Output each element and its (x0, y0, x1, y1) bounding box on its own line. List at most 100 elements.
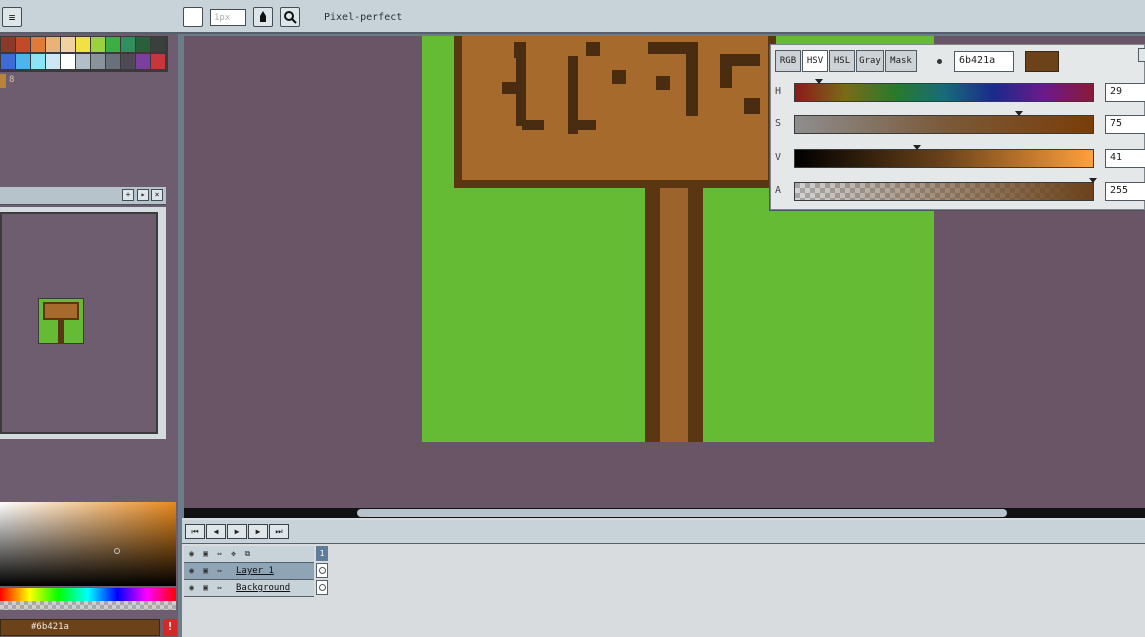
alpha-strip[interactable] (0, 601, 176, 610)
color-palette (0, 36, 168, 72)
hex-input[interactable]: 6b421a (954, 51, 1014, 72)
palette-index-label: 8 (9, 75, 15, 85)
brush-size-input[interactable] (210, 9, 246, 26)
hue-slider[interactable] (794, 79, 1094, 102)
tab-hsv[interactable]: HSV (802, 50, 828, 72)
warning-icon: ! (166, 620, 174, 633)
hex-indicator-icon (937, 59, 942, 64)
tab-hsl[interactable]: HSL (829, 50, 855, 72)
cel-layer-1[interactable] (316, 563, 328, 578)
prev-frame-button[interactable]: ◀ (206, 524, 226, 539)
value-slider[interactable] (794, 145, 1094, 168)
value-slider-marker[interactable] (913, 145, 922, 150)
palette-swatch[interactable] (136, 54, 150, 69)
ink-button[interactable] (253, 7, 273, 27)
last-frame-icon: ⏭ (275, 527, 283, 536)
palette-swatch[interactable] (76, 54, 90, 69)
menu-icon: ≡ (8, 10, 16, 24)
palette-swatch[interactable] (61, 54, 75, 69)
preview-close-button[interactable]: × (151, 189, 163, 201)
hue-strip[interactable] (0, 588, 176, 601)
preview-title-bar: + ▸ × (0, 187, 166, 205)
picker-cursor[interactable] (114, 548, 120, 554)
tab-rgb[interactable]: RGB (775, 50, 801, 72)
last-frame-button[interactable]: ⏭ (269, 524, 289, 539)
lock-icon[interactable]: ▣ (200, 583, 211, 593)
layer-name: Background (236, 583, 291, 593)
color-warning-button[interactable]: ! (163, 619, 177, 636)
palette-swatch[interactable] (61, 37, 75, 52)
palette-swatch[interactable] (1, 37, 15, 52)
brush-shape-button[interactable] (183, 7, 203, 27)
value-value-input[interactable]: 41 (1105, 149, 1145, 168)
hue-slider-marker[interactable] (814, 79, 823, 84)
tab-mask[interactable]: Mask (885, 50, 917, 72)
selected-palette-swatch[interactable] (0, 74, 6, 88)
next-frame-button[interactable]: ▶ (248, 524, 268, 539)
color-dialog: RGB HSV HSL Gray Mask 6b421a H 29 S 75 V… (770, 44, 1145, 210)
plus-icon: + (125, 190, 131, 199)
palette-swatch[interactable] (151, 54, 165, 69)
first-frame-button[interactable]: ⏮ (185, 524, 205, 539)
pen-icon (260, 11, 266, 22)
menu-button[interactable]: ≡ (2, 7, 22, 27)
lock-icon[interactable]: ▣ (200, 549, 211, 559)
palette-swatch[interactable] (46, 37, 60, 52)
preview-window (0, 207, 166, 439)
link-icon[interactable]: ⧉ (242, 549, 253, 559)
foreground-color-field[interactable]: #6b421a (0, 619, 160, 636)
saturation-slider-marker[interactable] (1014, 111, 1023, 116)
palette-swatch[interactable] (151, 37, 165, 52)
preview-canvas[interactable] (0, 212, 158, 434)
sign-board-art (454, 36, 776, 188)
saturation-value-picker[interactable] (0, 502, 176, 586)
zoom-icon (284, 11, 297, 24)
onion-skin-icon[interactable]: ✥ (228, 549, 239, 559)
palette-swatch[interactable] (91, 37, 105, 52)
palette-swatch[interactable] (106, 37, 120, 52)
hue-value-input[interactable]: 29 (1105, 83, 1145, 102)
palette-swatch[interactable] (31, 37, 45, 52)
alpha-slider-marker[interactable] (1089, 178, 1097, 183)
scrollbar-thumb[interactable] (357, 509, 1007, 517)
layer-header-row: ◉ ▣ ⇔ ✥ ⧉ (184, 546, 314, 563)
continuous-icon[interactable]: ⇔ (214, 583, 225, 593)
palette-swatch[interactable] (91, 54, 105, 69)
alpha-slider[interactable] (794, 178, 1097, 201)
play-button[interactable]: ▶ (227, 524, 247, 539)
value-label: V (775, 152, 782, 163)
preview-play-button[interactable]: ▸ (137, 189, 149, 201)
palette-swatch[interactable] (16, 54, 30, 69)
frame-number[interactable]: 1 (316, 546, 328, 561)
cel-background[interactable] (316, 580, 328, 595)
alpha-value-input[interactable]: 255 (1105, 182, 1145, 201)
eye-icon[interactable]: ◉ (186, 549, 197, 559)
palette-swatch[interactable] (121, 54, 135, 69)
palette-swatch[interactable] (31, 54, 45, 69)
lock-icon[interactable]: ▣ (200, 566, 211, 576)
eye-icon[interactable]: ◉ (186, 583, 197, 593)
prev-frame-icon: ◀ (213, 527, 219, 536)
preview-zoom-button[interactable]: + (122, 189, 134, 201)
saturation-slider[interactable] (794, 111, 1094, 134)
zoom-button[interactable] (280, 7, 300, 27)
continuous-icon[interactable]: ⇔ (214, 549, 225, 559)
next-frame-icon: ▶ (255, 527, 261, 536)
layer-row-background[interactable]: ◉ ▣ ⇔ Background (184, 580, 314, 597)
timeline-toolbar (182, 520, 1145, 544)
palette-swatch[interactable] (106, 54, 120, 69)
palette-swatch[interactable] (16, 37, 30, 52)
pixel-perfect-label[interactable]: Pixel-perfect (324, 12, 402, 23)
dialog-close-button[interactable] (1138, 48, 1145, 62)
palette-swatch[interactable] (136, 37, 150, 52)
continuous-icon[interactable]: ⇔ (214, 566, 225, 576)
cel-dot (319, 584, 326, 591)
palette-swatch[interactable] (121, 37, 135, 52)
palette-swatch[interactable] (76, 37, 90, 52)
layer-row-layer-1[interactable]: ◉ ▣ ⇔ Layer 1 (184, 563, 314, 580)
eye-icon[interactable]: ◉ (186, 566, 197, 576)
palette-swatch[interactable] (1, 54, 15, 69)
tab-gray[interactable]: Gray (856, 50, 884, 72)
saturation-value-input[interactable]: 75 (1105, 115, 1145, 134)
palette-swatch[interactable] (46, 54, 60, 69)
